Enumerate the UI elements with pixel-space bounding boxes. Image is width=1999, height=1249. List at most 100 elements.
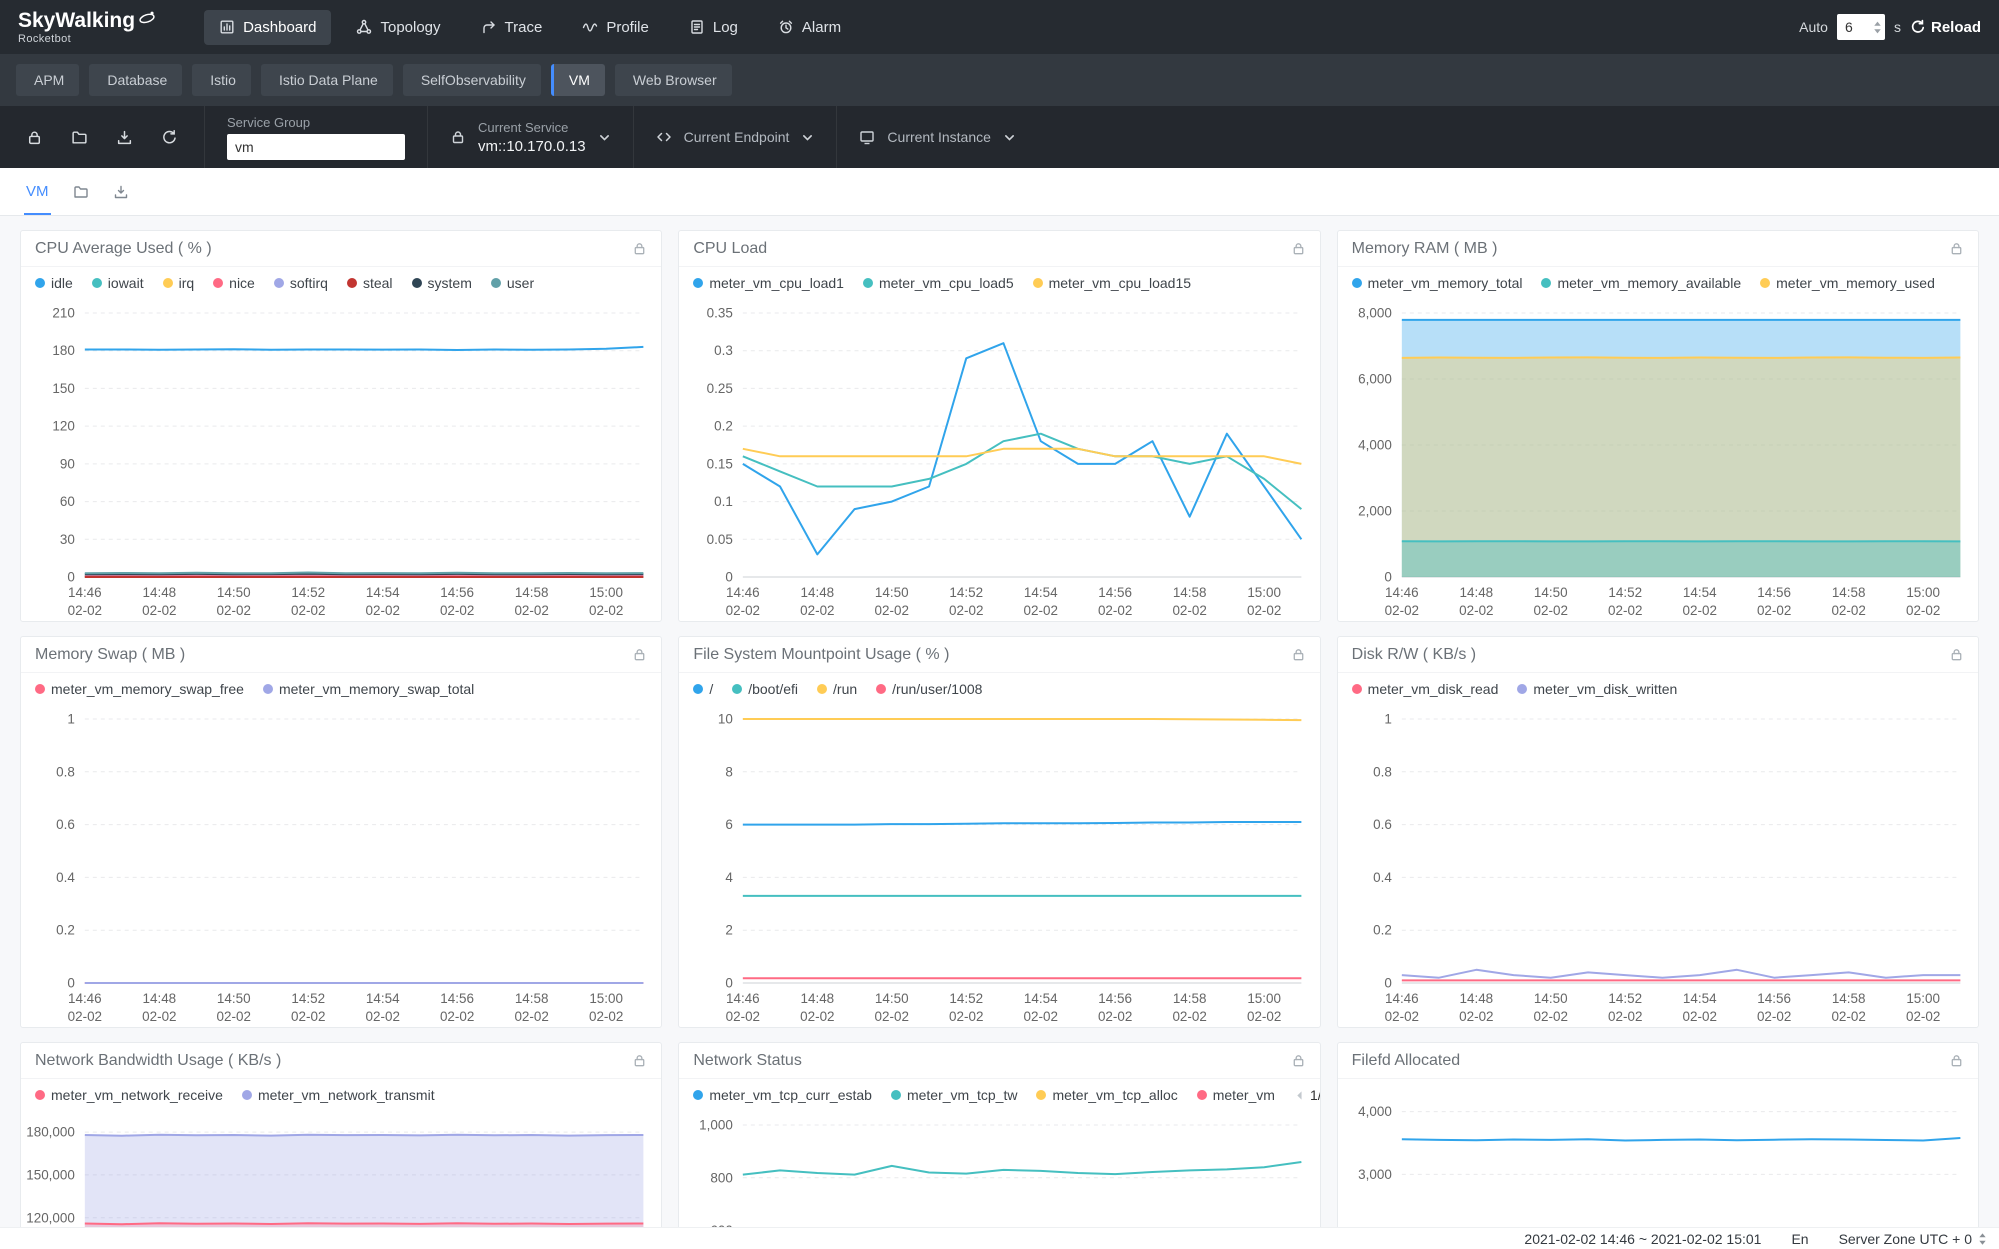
nav-item-dashboard[interactable]: Dashboard <box>204 10 331 45</box>
legend-item[interactable]: irq <box>163 275 195 291</box>
lock-icon[interactable] <box>1291 647 1306 662</box>
current-endpoint-selector[interactable]: Current Endpoint <box>633 106 837 168</box>
nav-item-trace[interactable]: Trace <box>466 10 558 45</box>
current-service-selector[interactable]: Current Service vm::10.170.0.13 <box>427 106 633 168</box>
nav-item-profile[interactable]: Profile <box>567 10 664 45</box>
lock-icon[interactable] <box>1949 241 1964 256</box>
legend-item[interactable]: meter_vm_tcp_alloc <box>1036 1087 1177 1103</box>
legend-label: meter_vm_memory_swap_free <box>51 681 244 697</box>
legend-item[interactable]: meter_vm_network_transmit <box>242 1087 435 1103</box>
legend-item[interactable]: nice <box>213 275 255 291</box>
dashboard-tab-istio-data-plane[interactable]: Istio Data Plane <box>261 64 393 96</box>
legend-item[interactable]: meter_vm_memory_used <box>1760 275 1935 291</box>
lock-icon[interactable] <box>632 241 647 256</box>
dashboard-tab-vm[interactable]: VM <box>551 64 605 96</box>
current-instance-selector[interactable]: Current Instance <box>836 106 1038 168</box>
service-group-section: Service Group <box>204 106 427 168</box>
lock-icon[interactable] <box>1291 241 1306 256</box>
svg-text:02-02: 02-02 <box>1247 603 1281 618</box>
legend-item[interactable]: / <box>693 681 713 697</box>
legend-item[interactable]: idle <box>35 275 73 291</box>
legend-item[interactable]: meter_vm_memory_swap_total <box>263 681 474 697</box>
legend-item[interactable]: meter_vm_memory_swap_free <box>35 681 244 697</box>
stepper-icon[interactable] <box>1873 20 1882 35</box>
tab-vm[interactable]: VM <box>26 168 49 215</box>
language-selector[interactable]: En <box>1791 1231 1808 1247</box>
legend-item[interactable]: system <box>412 275 472 291</box>
legend-item[interactable]: meter_vm_tcp_tw <box>891 1087 1017 1103</box>
import-icon[interactable] <box>116 129 133 146</box>
legend-item[interactable]: iowait <box>92 275 144 291</box>
legend-item[interactable]: user <box>491 275 534 291</box>
dashboard-tab-apm[interactable]: APM <box>16 64 79 96</box>
series-meter_vm_tcp_tw <box>743 1162 1302 1175</box>
skywalking-logo[interactable]: SkyWalking Rocketbot <box>18 10 156 45</box>
current-service-label: Current Service <box>478 120 586 135</box>
legend-dot <box>163 278 173 288</box>
legend-label: meter_vm_tcp_alloc <box>1052 1087 1177 1103</box>
dashboard-tab-web-browser[interactable]: Web Browser <box>615 64 732 96</box>
lock-icon[interactable] <box>632 647 647 662</box>
svg-text:210: 210 <box>52 305 74 320</box>
legend-pager: 1/2 <box>1294 1087 1320 1103</box>
folder-icon[interactable] <box>71 129 88 146</box>
nav-item-log[interactable]: Log <box>674 10 753 45</box>
legend-item[interactable]: meter_vm_memory_available <box>1541 275 1741 291</box>
svg-text:14:58: 14:58 <box>515 991 549 1006</box>
legend-item[interactable]: /run/user/1008 <box>876 681 982 697</box>
legend-item[interactable]: meter_vm_memory_total <box>1352 275 1523 291</box>
lock-icon[interactable] <box>1291 1053 1306 1068</box>
svg-text:02-02: 02-02 <box>366 1009 400 1024</box>
legend-dot <box>92 278 102 288</box>
reload-button[interactable]: Reload <box>1910 19 1981 36</box>
lock-icon[interactable] <box>1949 647 1964 662</box>
chart-canvas: 0.350.30.250.20.150.10.05014:4602-0214:4… <box>679 293 1319 622</box>
pager-text: 1/2 <box>1310 1087 1320 1103</box>
svg-text:02-02: 02-02 <box>1906 1009 1940 1024</box>
svg-text:02-02: 02-02 <box>1024 1009 1058 1024</box>
svg-text:150: 150 <box>52 381 74 396</box>
chart-canvas: 108642014:4602-0214:4802-0214:5002-0214:… <box>679 699 1319 1028</box>
refresh-icon[interactable] <box>161 129 178 146</box>
nav-item-topology[interactable]: Topology <box>341 10 455 45</box>
nav-item-alarm[interactable]: Alarm <box>763 10 856 45</box>
dashboard-tab-selfobservability[interactable]: SelfObservability <box>403 64 541 96</box>
svg-text:02-02: 02-02 <box>1757 603 1791 618</box>
svg-text:0.15: 0.15 <box>707 456 733 471</box>
caret-left-icon[interactable] <box>1294 1090 1305 1101</box>
legend-item[interactable]: steal <box>347 275 393 291</box>
server-zone-control[interactable]: Server Zone UTC + 0 <box>1839 1231 1987 1247</box>
service-group-input[interactable] <box>227 134 405 160</box>
legend-item[interactable]: meter_vm_disk_written <box>1517 681 1677 697</box>
legend-item[interactable]: softirq <box>274 275 328 291</box>
dashboard-tab-database[interactable]: Database <box>89 64 182 96</box>
svg-text:02-02: 02-02 <box>1384 603 1418 618</box>
panel-title: Memory Swap ( MB ) <box>35 646 185 664</box>
legend-item[interactable]: meter_vm_cpu_load5 <box>863 275 1014 291</box>
reload-label: Reload <box>1931 19 1981 36</box>
legend-item[interactable]: /run <box>817 681 857 697</box>
time-range-picker[interactable]: 2021-02-02 14:46 ~ 2021-02-02 15:01 <box>1524 1231 1761 1247</box>
legend-item[interactable]: /boot/efi <box>732 681 798 697</box>
legend-item[interactable]: meter_vm_disk_read <box>1352 681 1499 697</box>
alarm-icon <box>778 19 794 35</box>
legend-item[interactable]: meter_vm_cpu_load15 <box>1033 275 1191 291</box>
lock-icon[interactable] <box>1949 1053 1964 1068</box>
legend-item[interactable]: meter_vm_cpu_load1 <box>693 275 844 291</box>
folder-icon[interactable] <box>73 184 89 200</box>
legend-label: nice <box>229 275 255 291</box>
legend-item[interactable]: meter_vm <box>1197 1087 1275 1103</box>
download-icon[interactable] <box>113 184 129 200</box>
svg-text:02-02: 02-02 <box>949 603 983 618</box>
auto-interval-input[interactable]: 6 <box>1837 14 1885 40</box>
legend-item[interactable]: meter_vm_network_receive <box>35 1087 223 1103</box>
svg-text:14:56: 14:56 <box>1757 991 1791 1006</box>
svg-text:02-02: 02-02 <box>1459 1009 1493 1024</box>
legend-item[interactable]: meter_vm_tcp_curr_estab <box>693 1087 872 1103</box>
svg-text:6,000: 6,000 <box>1358 371 1392 386</box>
stepper-icon[interactable] <box>1978 1232 1987 1246</box>
lock-icon[interactable] <box>26 129 43 146</box>
dashboard-tab-istio[interactable]: Istio <box>192 64 251 96</box>
lock-icon[interactable] <box>632 1053 647 1068</box>
footer-bar: 2021-02-02 14:46 ~ 2021-02-02 15:01 En S… <box>0 1227 1999 1249</box>
